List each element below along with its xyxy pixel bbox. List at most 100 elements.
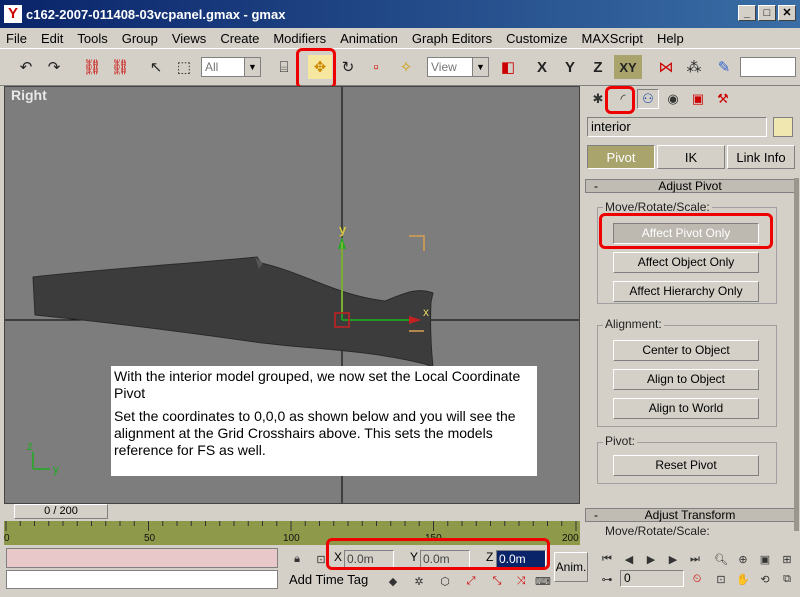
restrict-z-button[interactable]: Z bbox=[586, 55, 610, 79]
rectangle-selection-icon[interactable]: ⬚ bbox=[172, 55, 196, 79]
material-editor-icon[interactable]: ✎ bbox=[712, 55, 736, 79]
select-object-icon[interactable]: ↖ bbox=[144, 55, 168, 79]
prompt-line[interactable] bbox=[6, 570, 278, 589]
note-line-1: With the interior model grouped, we now … bbox=[114, 368, 521, 401]
restrict-xy-button[interactable]: XY bbox=[614, 55, 642, 79]
array-icon[interactable]: ⁂ bbox=[682, 55, 706, 79]
pivot-center-icon[interactable]: ✧ bbox=[394, 55, 418, 79]
tutorial-note: With the interior model grouped, we now … bbox=[111, 366, 537, 476]
display-tab-icon[interactable]: ▣ bbox=[687, 89, 709, 109]
animate-mode-button[interactable]: Anim. bbox=[554, 552, 588, 582]
maximize-button[interactable]: □ bbox=[758, 5, 776, 21]
time-slider-track: 0 / 200 bbox=[4, 504, 580, 520]
selection-bracket-top bbox=[409, 235, 425, 251]
menu-help[interactable]: Help bbox=[657, 31, 684, 46]
previous-frame-icon[interactable]: ◀ bbox=[620, 550, 638, 568]
use-center-icon[interactable]: ◧ bbox=[496, 55, 520, 79]
align-to-object-button[interactable]: Align to Object bbox=[613, 369, 759, 390]
add-time-tag-button[interactable]: Add Time Tag bbox=[289, 572, 368, 587]
rollout-collapse-icon: - bbox=[594, 508, 598, 522]
hierarchy-tab-icon[interactable]: ⚇ bbox=[637, 89, 659, 109]
lock-selection-icon[interactable]: 🔒︎ bbox=[288, 550, 306, 568]
goto-start-icon[interactable]: ⏮ bbox=[598, 550, 616, 568]
hierarchy-tab-highlight bbox=[605, 86, 635, 114]
zoom-extents-icon[interactable]: ▣ bbox=[756, 550, 774, 568]
affect-hierarchy-only-button[interactable]: Affect Hierarchy Only bbox=[613, 281, 759, 302]
zoom-all-icon[interactable]: ⊕ bbox=[734, 550, 752, 568]
reset-pivot-button[interactable]: Reset Pivot bbox=[613, 455, 759, 476]
object-color-swatch[interactable] bbox=[773, 117, 793, 137]
next-frame-icon[interactable]: ▶ bbox=[664, 550, 682, 568]
time-config-icon[interactable]: ⏲ bbox=[688, 570, 706, 588]
menu-modifiers[interactable]: Modifiers bbox=[273, 31, 326, 46]
utilities-tab-icon[interactable]: ⚒ bbox=[712, 89, 734, 109]
menu-graph-editors[interactable]: Graph Editors bbox=[412, 31, 492, 46]
play-icon[interactable]: ▶ bbox=[642, 550, 660, 568]
select-and-link-icon[interactable]: ⛓ bbox=[80, 55, 104, 79]
zoom-icon[interactable]: 🔍︎ bbox=[712, 550, 730, 568]
angle-snap-icon[interactable]: ✲ bbox=[410, 572, 428, 590]
object-name-field[interactable]: interior bbox=[587, 117, 767, 137]
redo-icon[interactable]: ↷ bbox=[42, 55, 66, 79]
select-and-rotate-icon[interactable]: ↻ bbox=[336, 55, 360, 79]
select-by-name-icon[interactable]: ⌸ bbox=[272, 55, 296, 79]
select-and-scale-icon[interactable]: ▫ bbox=[364, 55, 388, 79]
menu-maxscript[interactable]: MAXScript bbox=[582, 31, 643, 46]
minimize-button[interactable]: _ bbox=[738, 5, 756, 21]
spinner-snap-icon[interactable]: ⤢ bbox=[462, 572, 480, 590]
window-crossing-icon[interactable]: ⤡ bbox=[488, 572, 506, 590]
window-controls: _ □ ✕ bbox=[738, 5, 796, 21]
menu-edit[interactable]: Edit bbox=[41, 31, 63, 46]
viewport-right[interactable]: Right y x z y With the interior model gr… bbox=[4, 86, 580, 504]
menu-customize[interactable]: Customize bbox=[506, 31, 567, 46]
menu-file[interactable]: File bbox=[6, 31, 27, 46]
selection-filter-value: All bbox=[205, 60, 219, 74]
reference-coord-dropdown[interactable]: View ▼ bbox=[427, 57, 489, 77]
menu-animation[interactable]: Animation bbox=[340, 31, 398, 46]
undo-icon[interactable]: ↶ bbox=[14, 55, 38, 79]
keyboard-shortcut-icon[interactable]: ⌨ bbox=[534, 572, 552, 590]
restrict-x-button[interactable]: X bbox=[530, 55, 554, 79]
tripod-y-label: y bbox=[53, 462, 59, 476]
degradation-override-icon[interactable]: ⤨ bbox=[512, 572, 530, 590]
coordinates-highlight bbox=[326, 538, 550, 570]
panel-scrollbar[interactable] bbox=[794, 178, 799, 531]
center-to-object-button[interactable]: Center to Object bbox=[613, 340, 759, 361]
menu-group[interactable]: Group bbox=[122, 31, 158, 46]
adjust-transform-rollout-header[interactable]: - Adjust Transform bbox=[585, 508, 795, 522]
menu-views[interactable]: Views bbox=[172, 31, 206, 46]
restrict-y-button[interactable]: Y bbox=[558, 55, 582, 79]
pan-icon[interactable]: ✋ bbox=[734, 570, 752, 588]
viewport-label[interactable]: Right bbox=[11, 87, 47, 103]
key-mode-icon[interactable]: ⊶ bbox=[598, 570, 616, 588]
mirror-icon[interactable]: ⋈ bbox=[654, 55, 678, 79]
zoom-extents-all-icon[interactable]: ⊞ bbox=[778, 550, 796, 568]
adjust-pivot-rollout-header[interactable]: - Adjust Pivot bbox=[585, 179, 795, 193]
region-zoom-icon[interactable]: ⊡ bbox=[712, 570, 730, 588]
named-selection-field[interactable] bbox=[740, 57, 796, 77]
percent-snap-icon[interactable]: ⬡ bbox=[436, 572, 454, 590]
ik-mode-button[interactable]: IK bbox=[657, 145, 725, 169]
goto-end-icon[interactable]: ⏭ bbox=[686, 550, 704, 568]
link-info-mode-button[interactable]: Link Info bbox=[727, 145, 795, 169]
menu-tools[interactable]: Tools bbox=[77, 31, 107, 46]
menu-create[interactable]: Create bbox=[220, 31, 259, 46]
pivot-mode-button[interactable]: Pivot bbox=[587, 145, 655, 169]
tick-label-200: 200 bbox=[562, 533, 579, 544]
adjust-transform-title: Adjust Transform bbox=[644, 508, 736, 522]
current-frame-field[interactable]: 0 bbox=[620, 570, 684, 587]
align-to-world-button[interactable]: Align to World bbox=[613, 398, 759, 419]
maxscript-listener-mini[interactable] bbox=[6, 548, 278, 568]
motion-tab-icon[interactable]: ◉ bbox=[662, 89, 684, 109]
note-line-2: Set the coordinates to 0,0,0 as shown be… bbox=[114, 408, 516, 458]
aircraft-interior-model bbox=[32, 256, 434, 368]
close-button[interactable]: ✕ bbox=[778, 5, 796, 21]
time-slider[interactable]: 0 / 200 bbox=[14, 504, 108, 519]
snap-toggle-icon[interactable]: ◆ bbox=[384, 572, 402, 590]
maximize-viewport-icon[interactable]: ⧉ bbox=[778, 570, 796, 588]
unlink-icon[interactable]: ⛓ bbox=[108, 55, 132, 79]
arc-rotate-icon[interactable]: ⟲ bbox=[756, 570, 774, 588]
rollout-collapse-icon: - bbox=[594, 179, 598, 193]
affect-object-only-button[interactable]: Affect Object Only bbox=[613, 252, 759, 273]
selection-filter-dropdown[interactable]: All ▼ bbox=[201, 57, 261, 77]
